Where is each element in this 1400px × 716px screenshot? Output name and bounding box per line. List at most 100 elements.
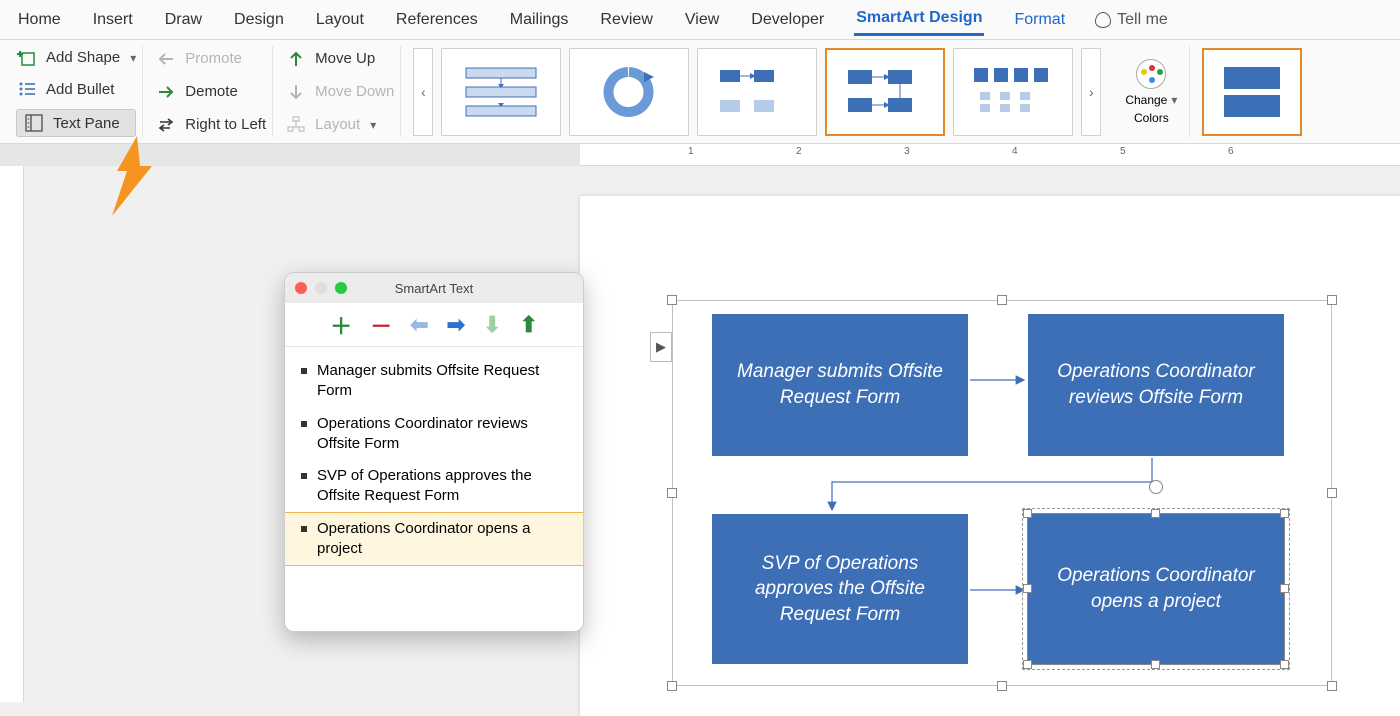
add-bullet-icon [16,78,38,100]
group-change-colors: Change ▾ Colors [1113,46,1190,137]
smartart-shape-3[interactable]: SVP of Operations approves the Offsite R… [712,514,968,664]
add-shape-icon [16,47,38,69]
lightbulb-icon [1095,12,1111,28]
shape-text: Operations Coordinator reviews Offsite F… [1038,359,1274,410]
list-item-text: Operations Coordinator reviews Offsite F… [317,414,567,455]
close-icon[interactable] [295,282,307,294]
text-pane-list: Manager submits Offsite Request Form Ope… [285,347,583,573]
add-bullet-button[interactable]: Add Bullet [16,78,136,102]
demote-arrow-button[interactable]: ➡ [447,312,465,338]
ruler-number: 5 [1120,146,1126,157]
smartart-graphic[interactable]: ▶ Manager submits Offsite Request Form O… [672,300,1332,686]
ribbon: Add Shape ▾ Add Bullet Text Pane Promote… [0,40,1400,144]
tab-draw[interactable]: Draw [163,5,204,35]
selection-handle[interactable] [1327,488,1337,498]
smartart-shape-2[interactable]: Operations Coordinator reviews Offsite F… [1028,314,1284,456]
move-up-button[interactable]: Move Up [285,46,394,71]
selection-handle[interactable] [1151,660,1160,669]
text-pane-toggle-handle[interactable]: ▶ [650,332,672,362]
selection-handle[interactable] [667,488,677,498]
list-item[interactable]: SVP of Operations approves the Offsite R… [285,460,583,513]
move-up-label: Move Up [315,50,375,67]
tab-smartart-design[interactable]: SmartArt Design [854,3,984,36]
smartart-shape-4-selected[interactable]: Operations Coordinator opens a project ⟳ [1028,514,1284,664]
list-item-selected[interactable]: Operations Coordinator opens a project [285,513,583,566]
chevron-down-icon: ▾ [1171,93,1177,107]
selection-handle[interactable] [1023,584,1032,593]
add-bullet-label: Add Bullet [46,81,114,98]
layout-option-3[interactable] [697,48,817,136]
rotate-handle[interactable]: ⟳ [1149,480,1163,494]
tab-references[interactable]: References [394,5,480,35]
tab-view[interactable]: View [683,5,721,35]
layout-button[interactable]: Layout ▾ [285,112,394,137]
chevron-down-icon: ▾ [370,118,376,132]
selection-handle[interactable] [1280,509,1289,518]
promote-arrow-button[interactable]: ⬅ [410,312,428,338]
tab-review[interactable]: Review [598,5,654,35]
shape-text: Manager submits Offsite Request Form [722,359,958,410]
layout-option-2[interactable] [569,48,689,136]
remove-item-button[interactable]: － [370,309,392,341]
selection-handle[interactable] [1280,660,1289,669]
demote-icon [155,81,177,103]
style-option-1-selected[interactable] [1202,48,1302,136]
selection-handle[interactable] [1327,681,1337,691]
selection-handle[interactable] [1327,295,1337,305]
shape-text: Operations Coordinator opens a project [1038,563,1274,614]
tab-mailings[interactable]: Mailings [508,5,571,35]
ruler-number: 1 [688,146,694,157]
change-colors-label-1: Change [1125,93,1167,107]
list-item-text: Manager submits Offsite Request Form [317,361,567,402]
tab-insert[interactable]: Insert [91,5,135,35]
tell-me-label: Tell me [1117,11,1168,29]
palette-icon [1136,59,1166,89]
selection-handle[interactable] [1280,584,1289,593]
styles-gallery [1196,46,1308,137]
tab-layout[interactable]: Layout [314,5,366,35]
promote-button[interactable]: Promote [155,46,266,71]
tell-me[interactable]: Tell me [1095,11,1168,29]
selection-handle[interactable] [1151,509,1160,518]
list-item[interactable]: Operations Coordinator reviews Offsite F… [285,408,583,461]
list-item-text: SVP of Operations approves the Offsite R… [317,466,567,507]
layout-option-1[interactable] [441,48,561,136]
add-shape-button[interactable]: Add Shape ▾ [16,46,136,70]
selection-handle[interactable] [667,681,677,691]
tab-home[interactable]: Home [16,5,63,35]
smartart-shape-1[interactable]: Manager submits Offsite Request Form [712,314,968,456]
ruler-number: 2 [796,146,802,157]
tab-format[interactable]: Format [1012,5,1067,35]
list-item[interactable]: Manager submits Offsite Request Form [285,355,583,408]
move-down-arrow-button[interactable]: ⬇ [483,312,501,338]
selection-handle[interactable] [1023,660,1032,669]
demote-button[interactable]: Demote [155,79,266,104]
minimize-icon[interactable] [315,282,327,294]
zoom-icon[interactable] [335,282,347,294]
selection-handle[interactable] [1023,509,1032,518]
annotation-arrow [102,136,162,216]
layout-option-4-selected[interactable] [825,48,945,136]
layout-option-5[interactable] [953,48,1073,136]
selection-handle[interactable] [997,681,1007,691]
tab-design[interactable]: Design [232,5,286,35]
rtl-button[interactable]: Right to Left [155,112,266,137]
smartart-text-pane[interactable]: SmartArt Text ＋ － ⬅ ➡ ⬇ ⬆ Manager submit… [284,272,584,632]
tab-developer[interactable]: Developer [749,5,826,35]
layouts-prev-button[interactable]: ‹ [413,48,433,136]
menu-bar: Home Insert Draw Design Layout Reference… [0,0,1400,40]
layout-label: Layout [315,116,360,133]
selection-handle[interactable] [997,295,1007,305]
text-pane-button[interactable]: Text Pane [16,109,136,137]
horizontal-ruler: 123456 [0,144,1400,166]
add-item-button[interactable]: ＋ [330,309,352,341]
change-colors-button[interactable]: Change ▾ Colors [1119,59,1183,125]
text-pane-titlebar[interactable]: SmartArt Text [285,273,583,303]
layouts-next-button[interactable]: › [1081,48,1101,136]
selection-handle[interactable] [667,295,677,305]
move-down-button[interactable]: Move Down [285,79,394,104]
move-down-label: Move Down [315,83,394,100]
move-up-arrow-button[interactable]: ⬆ [519,312,537,338]
group-create-graphic: Add Shape ▾ Add Bullet Text Pane [10,46,143,137]
vertical-ruler [0,166,24,702]
